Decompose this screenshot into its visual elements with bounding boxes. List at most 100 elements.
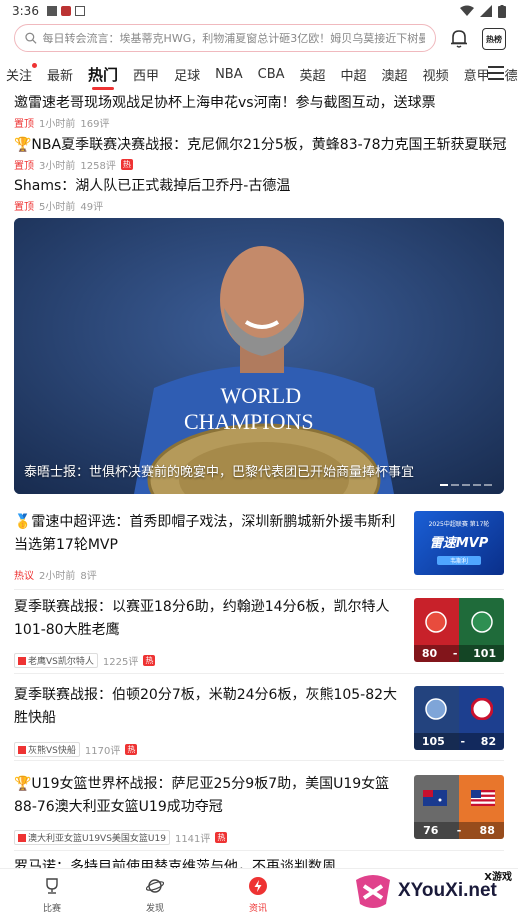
bell-icon[interactable] [448, 27, 470, 49]
tab-csl[interactable]: 中超 [341, 65, 367, 84]
article-title: 夏季联赛战报：伯顿20分7板，米勒24分6板，灰熊105-82大胜快船 [14, 687, 398, 726]
list-item[interactable]: 🏆U19女篮世界杯战报：萨尼亚25分9板7助，美国U19女篮88-76澳大利亚女… [14, 773, 504, 845]
nav-news[interactable]: 资讯 [228, 877, 288, 914]
list-item[interactable]: 🥇雷速中超评选：首秀即帽子戏法，深圳新鹏城新外援韦斯利当选第17轮MVP 热议 … [14, 511, 504, 582]
news-comments: 49评 [80, 202, 104, 213]
tab-cba[interactable]: CBA [258, 67, 285, 82]
nav-label: 发现 [145, 904, 164, 914]
list-item[interactable]: Shams：湖人队已正式裁掉后卫乔丹-古德温 置顶 5小时前 49评 [14, 175, 506, 213]
hot-badge: 热 [120, 159, 133, 170]
tab-serie-a[interactable]: 意甲 [464, 65, 490, 84]
tab-football[interactable]: 足球 [174, 65, 200, 84]
tab-follow[interactable]: 关注 [6, 62, 38, 84]
tab-a-league[interactable]: 澳超 [382, 65, 408, 84]
tab-hot[interactable]: 热门 [88, 64, 118, 90]
article-time: 2小时前 [39, 571, 76, 582]
site-watermark: X游戏 XYouXi.net [350, 866, 518, 920]
featured-banner[interactable]: WORLD CHAMPIONS 泰晤士报：世俱杯决赛前的晚宴中，巴黎代表团已开始… [14, 218, 504, 494]
tab-bundesliga[interactable]: 德 [505, 65, 518, 84]
article-comments: 1141评 [174, 834, 211, 845]
nav-discover[interactable]: 发现 [125, 877, 185, 914]
match-chip[interactable]: 老鹰VS凯尔特人 [14, 653, 98, 668]
news-time: 5小时前 [39, 202, 76, 213]
gamepad-logo-icon [356, 875, 390, 908]
divider [14, 589, 504, 590]
score-separator: - [460, 735, 466, 748]
search-row: 每日转会流言：埃基蒂克HWG，利物浦夏窗总计砸3亿欧！姆贝乌莫接近下树曼联 热榜 [0, 24, 518, 54]
list-item[interactable]: 夏季联赛战报：以赛亚18分6助，约翰逊14分6板，凯尔特人101-80大胜老鹰 … [14, 596, 504, 668]
tab-laliga[interactable]: 西甲 [133, 65, 159, 84]
menu-icon[interactable] [488, 66, 504, 80]
article-meta: 灰熊VS快船 1170评 热 [14, 742, 138, 757]
carousel-indicator [440, 484, 492, 486]
score-away: 88 [479, 824, 495, 837]
status-bar: 3:36 [0, 0, 518, 22]
article-thumbnail: 105 - 82 [414, 686, 504, 750]
hawks-logo-icon [425, 611, 447, 633]
banner-caption: 泰晤士报：世俱杯决赛前的晚宴中，巴黎代表团已开始商量捧杯事宜 [24, 465, 415, 480]
clippers-logo-icon [471, 698, 493, 720]
article-thumbnail: 2025中超联赛 第17轮 雷速MVP 韦斯利 [414, 511, 504, 575]
hot-list-button[interactable]: 热榜 [482, 28, 506, 50]
news-meta: 置顶 3小时前 1258评 热 [14, 157, 506, 172]
match-flag-icon [18, 656, 26, 665]
news-time: 1小时前 [39, 119, 76, 130]
search-input[interactable]: 每日转会流言：埃基蒂克HWG，利物浦夏窗总计砸3亿欧！姆贝乌莫接近下树曼联 [14, 24, 436, 52]
score-home: 105 [421, 735, 445, 748]
divider [14, 760, 504, 761]
news-title: 邀雷速老哥现场观战足协杯上海申花vs河南！参与截图互动，送球票 [14, 95, 436, 111]
nav-label: 资讯 [248, 904, 267, 914]
list-item[interactable]: 夏季联赛战报：伯顿20分7板，米勒24分6板，灰熊105-82大胜快船 灰熊VS… [14, 684, 504, 757]
lightning-icon [249, 877, 267, 895]
news-comments: 169评 [80, 119, 110, 130]
article-comments: 8评 [80, 571, 97, 582]
divider [14, 673, 504, 674]
news-time: 3小时前 [39, 161, 76, 172]
download-notification-icon [74, 6, 85, 16]
tab-latest[interactable]: 最新 [47, 65, 73, 84]
tab-premier-league[interactable]: 英超 [300, 65, 326, 84]
score-away: 82 [480, 735, 497, 748]
news-meta: 置顶 5小时前 49评 [14, 198, 506, 213]
article-title: 夏季联赛战报：以赛亚18分6助，约翰逊14分6板，凯尔特人101-80大胜老鹰 [14, 599, 390, 638]
shirt-print: WORLD CHAMPIONS [184, 383, 314, 435]
article-meta: 热议 2小时前 8评 [14, 567, 97, 582]
score-separator: - [456, 824, 462, 837]
divider [14, 850, 504, 851]
battery-icon [498, 4, 506, 18]
match-chip[interactable]: 灰熊VS快船 [14, 742, 80, 757]
match-flag-icon [18, 833, 26, 842]
hot-badge: 热 [215, 832, 228, 843]
signal-icon [480, 5, 492, 17]
app-notification-icon [60, 6, 71, 16]
match-chip[interactable]: 澳大利亚女篮U19VS美国女篮U19 [14, 830, 170, 845]
status-time: 3:36 [12, 4, 39, 18]
article-title: 🏆U19女篮世界杯战报：萨尼亚25分9板7助，美国U19女篮88-76澳大利亚女… [14, 776, 390, 815]
australia-flag-icon [423, 790, 447, 806]
search-icon [25, 32, 37, 44]
hot-badge: 热 [143, 655, 156, 666]
banner-image [14, 218, 504, 494]
nav-matches[interactable]: 比赛 [22, 877, 82, 914]
tab-video[interactable]: 视频 [423, 65, 449, 84]
article-thumbnail: 80 - 101 [414, 598, 504, 662]
notification-icon [46, 6, 57, 16]
match-flag-icon [18, 745, 26, 754]
unread-dot [32, 62, 38, 68]
list-item[interactable]: 邀雷速老哥现场观战足协杯上海申花vs河南！参与截图互动，送球票 置顶 1小时前 … [14, 92, 506, 130]
watermark-text: XYouXi.net [398, 880, 497, 901]
tab-nba[interactable]: NBA [215, 67, 243, 82]
chip-label: 灰熊VS快船 [28, 746, 76, 756]
article-title: 🥇雷速中超评选：首秀即帽子戏法，深圳新鹏城新外援韦斯利当选第17轮MVP [14, 514, 396, 553]
list-item[interactable]: 🏆NBA夏季联赛决赛战报：克尼佩尔21分5板，黄蜂83-78力克国王斩获夏联冠军… [14, 134, 506, 172]
wifi-icon [460, 5, 474, 16]
news-title: 🏆NBA夏季联赛决赛战报：克尼佩尔21分5板，黄蜂83-78力克国王斩获夏联冠军 [14, 137, 506, 153]
news-title: Shams：湖人队已正式裁掉后卫乔丹-古德温 [14, 178, 291, 194]
shirt-text: WORLD [220, 383, 302, 408]
thumb-headline: 雷速MVP [429, 536, 489, 551]
usa-flag-icon [471, 790, 495, 806]
article-thumbnail: 76 - 88 [414, 775, 504, 839]
hot-badge: 热 [125, 744, 138, 755]
scoreboard: 76 - 88 [414, 822, 504, 839]
thumb-player-name: 韦斯利 [437, 556, 481, 565]
